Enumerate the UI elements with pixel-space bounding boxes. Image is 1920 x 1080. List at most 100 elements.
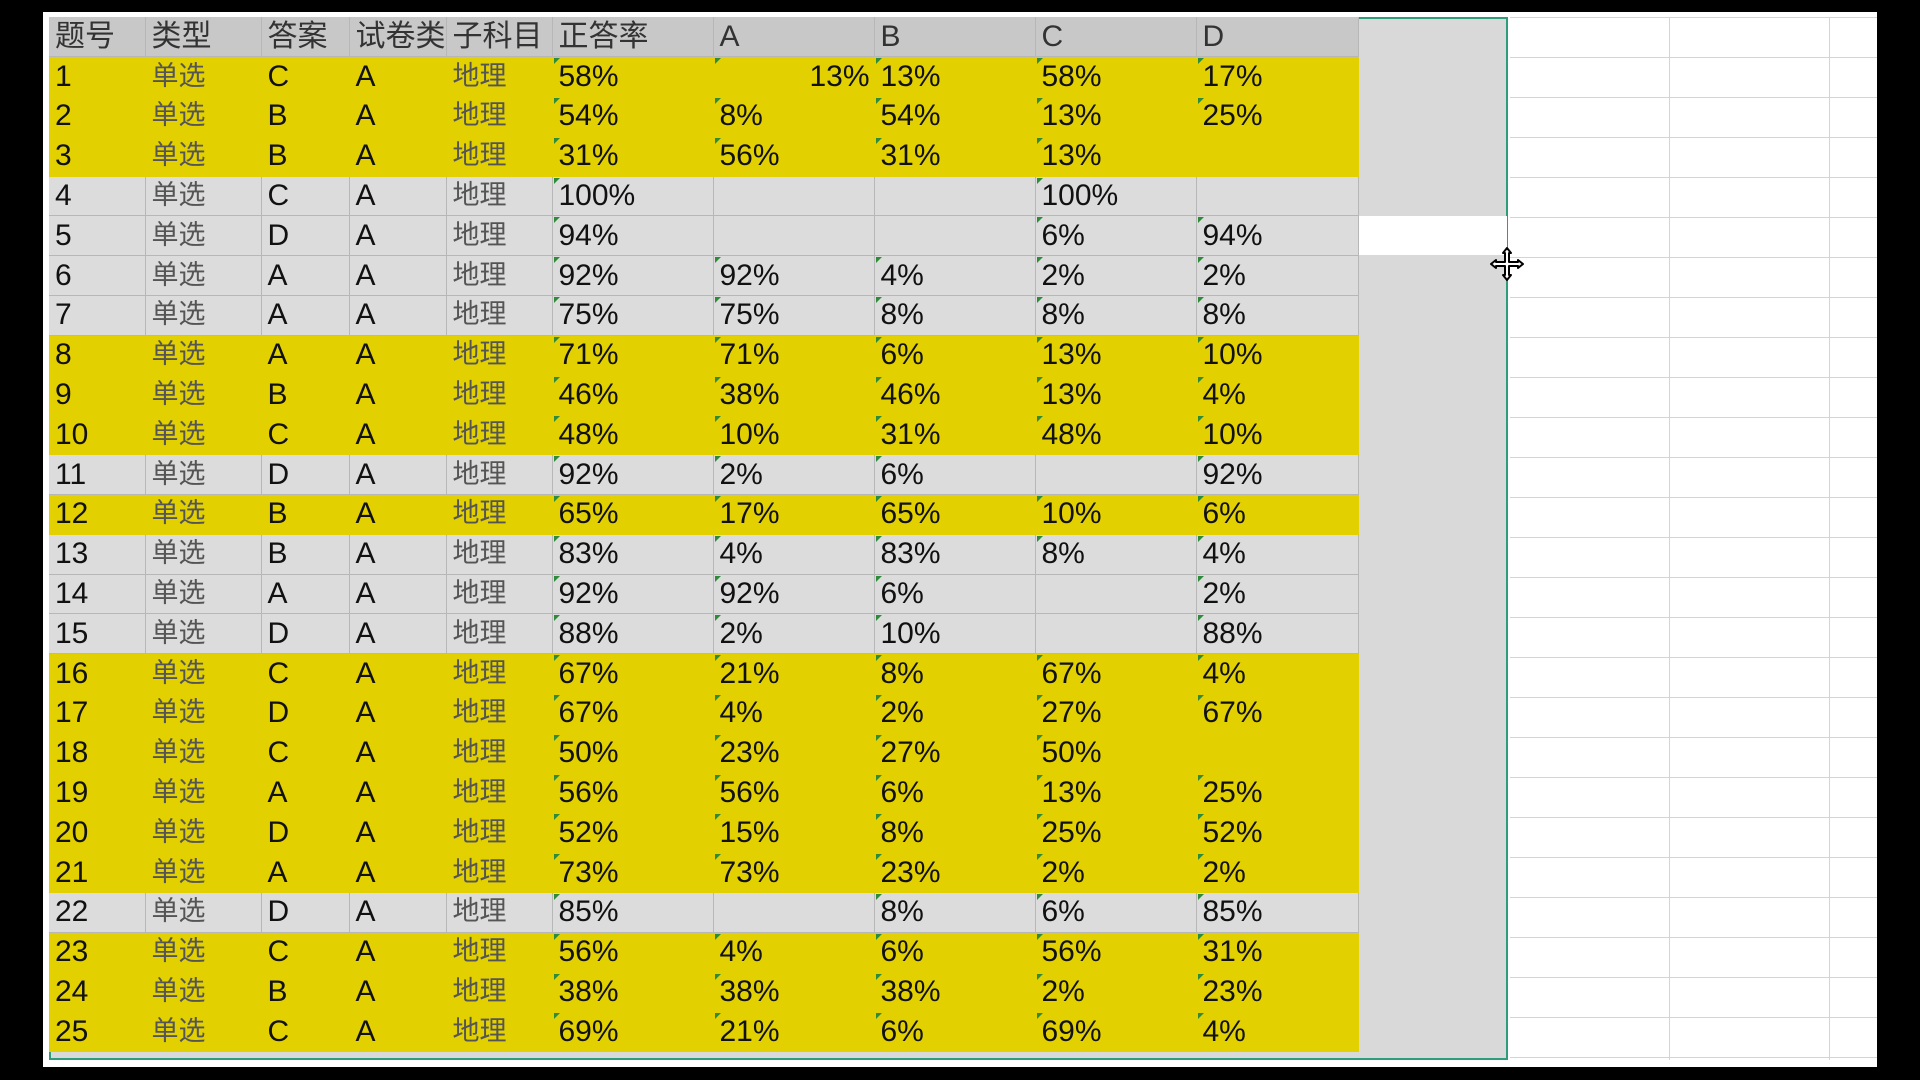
cell-paper[interactable]: A [349, 773, 447, 814]
cell-option-d[interactable]: 2% [1196, 574, 1359, 615]
cell-paper[interactable]: A [349, 932, 447, 973]
cell-option-b[interactable]: 6% [874, 454, 1036, 496]
cell-no[interactable]: 5 [49, 215, 146, 257]
cell-subject[interactable]: 地理 [446, 96, 553, 137]
cell-option-c[interactable]: 13% [1035, 773, 1197, 814]
cell-type[interactable]: 单选 [145, 375, 262, 416]
cell-type[interactable]: 单选 [145, 773, 262, 814]
cell-option-c[interactable]: 48% [1035, 414, 1197, 456]
cell-subject[interactable]: 地理 [446, 335, 553, 376]
cell-subject[interactable]: 地理 [446, 136, 553, 177]
cell-paper[interactable]: A [349, 613, 447, 655]
header-cell-rate[interactable]: 正答率 [552, 17, 714, 58]
cell-option-b[interactable]: 13% [874, 56, 1036, 98]
cell-option-d[interactable]: 17% [1196, 56, 1359, 98]
cell-paper[interactable]: A [349, 653, 447, 695]
cell-no[interactable]: 11 [49, 454, 146, 496]
cell-no[interactable]: 16 [49, 653, 146, 695]
cell-paper[interactable]: A [349, 574, 447, 615]
cell-paper[interactable]: A [349, 733, 447, 774]
cell-answer[interactable]: B [261, 534, 350, 575]
cell-option-c[interactable]: 2% [1035, 852, 1197, 894]
cell-rate[interactable]: 38% [552, 972, 714, 1013]
cell-type[interactable]: 单选 [145, 733, 262, 774]
cell-paper[interactable]: A [349, 295, 447, 336]
cell-answer[interactable]: C [261, 932, 350, 973]
cell-rate[interactable]: 31% [552, 136, 714, 177]
cell-option-a[interactable]: 56% [713, 773, 875, 814]
cell-option-d[interactable]: 2% [1196, 852, 1359, 894]
cell-option-b[interactable]: 6% [874, 773, 1036, 814]
cell-subject[interactable]: 地理 [446, 1011, 553, 1053]
cell-answer[interactable]: D [261, 454, 350, 496]
cell-option-a[interactable]: 23% [713, 733, 875, 774]
cell-option-a[interactable] [713, 176, 875, 217]
header-cell-subject[interactable]: 子科目 [446, 17, 553, 58]
cell-answer[interactable]: C [261, 733, 350, 774]
cell-type[interactable]: 单选 [145, 295, 262, 336]
cell-no[interactable]: 8 [49, 335, 146, 376]
cell-type[interactable]: 单选 [145, 932, 262, 973]
cell-option-a[interactable] [713, 892, 875, 933]
cell-option-b[interactable]: 31% [874, 414, 1036, 456]
cell-subject[interactable]: 地理 [446, 812, 553, 854]
cell-no[interactable]: 14 [49, 574, 146, 615]
cell-option-a[interactable]: 2% [713, 613, 875, 655]
cell-option-a[interactable] [713, 215, 875, 257]
cell-rate[interactable]: 67% [552, 653, 714, 695]
cell-option-d[interactable] [1196, 176, 1359, 217]
cell-option-a[interactable]: 38% [713, 972, 875, 1013]
cell-paper[interactable]: A [349, 972, 447, 1013]
cell-rate[interactable]: 58% [552, 56, 714, 98]
cell-option-d[interactable] [1196, 733, 1359, 774]
cell-option-c[interactable]: 6% [1035, 892, 1197, 933]
empty-cell[interactable] [1347, 216, 1507, 255]
cell-option-b[interactable]: 8% [874, 892, 1036, 933]
cell-rate[interactable]: 85% [552, 892, 714, 933]
cell-option-b[interactable]: 8% [874, 295, 1036, 336]
cell-no[interactable]: 12 [49, 494, 146, 535]
cell-option-b[interactable]: 6% [874, 335, 1036, 376]
cell-paper[interactable]: A [349, 96, 447, 137]
cell-rate[interactable]: 94% [552, 215, 714, 257]
cell-no[interactable]: 15 [49, 613, 146, 655]
cell-subject[interactable]: 地理 [446, 454, 553, 496]
cell-no[interactable]: 23 [49, 932, 146, 973]
cell-option-a[interactable]: 56% [713, 136, 875, 177]
cell-paper[interactable]: A [349, 56, 447, 98]
header-cell-b[interactable]: B [874, 17, 1036, 58]
cell-no[interactable]: 20 [49, 812, 146, 854]
cell-option-a[interactable]: 71% [713, 335, 875, 376]
cell-paper[interactable]: A [349, 335, 447, 376]
cell-option-d[interactable]: 10% [1196, 414, 1359, 456]
cell-option-a[interactable]: 4% [713, 932, 875, 973]
cell-subject[interactable]: 地理 [446, 733, 553, 774]
cell-option-a[interactable]: 73% [713, 852, 875, 894]
cell-type[interactable]: 单选 [145, 892, 262, 933]
cell-rate[interactable]: 92% [552, 574, 714, 615]
cell-rate[interactable]: 46% [552, 375, 714, 416]
cell-option-d[interactable]: 23% [1196, 972, 1359, 1013]
cell-option-a[interactable]: 15% [713, 812, 875, 854]
cell-answer[interactable]: A [261, 335, 350, 376]
cell-option-c[interactable] [1035, 613, 1197, 655]
cell-type[interactable]: 单选 [145, 454, 262, 496]
cell-rate[interactable]: 67% [552, 693, 714, 734]
cell-no[interactable]: 6 [49, 255, 146, 297]
cell-option-d[interactable]: 52% [1196, 812, 1359, 854]
cell-subject[interactable]: 地理 [446, 56, 553, 98]
cell-option-c[interactable]: 13% [1035, 335, 1197, 376]
cell-answer[interactable]: A [261, 574, 350, 615]
cell-type[interactable]: 单选 [145, 56, 262, 98]
cell-rate[interactable]: 56% [552, 932, 714, 973]
cell-rate[interactable]: 88% [552, 613, 714, 655]
cell-option-a[interactable]: 8% [713, 96, 875, 137]
cell-option-b[interactable]: 6% [874, 932, 1036, 973]
cell-subject[interactable]: 地理 [446, 176, 553, 217]
cell-type[interactable]: 单选 [145, 176, 262, 217]
cell-type[interactable]: 单选 [145, 653, 262, 695]
header-cell-d[interactable]: D [1196, 17, 1359, 58]
cell-answer[interactable]: C [261, 653, 350, 695]
cell-answer[interactable]: D [261, 812, 350, 854]
cell-option-a[interactable]: 10% [713, 414, 875, 456]
